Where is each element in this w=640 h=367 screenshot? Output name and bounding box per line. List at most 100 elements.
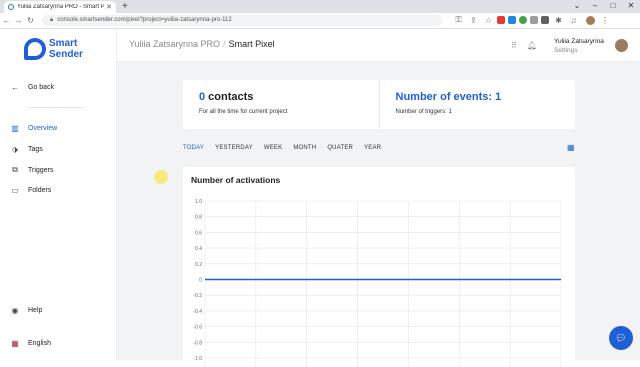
triggers-count: Number of triggers: 1 xyxy=(395,109,452,115)
go-back-label: Go back xyxy=(28,83,55,91)
tab-today[interactable]: TODAY xyxy=(183,145,204,151)
sidebar-item-overview[interactable]: ▥ Overview xyxy=(10,122,57,134)
contacts-word: contacts xyxy=(205,91,254,103)
tab-quater[interactable]: QUATER xyxy=(327,145,353,151)
tab-year[interactable]: YEAR xyxy=(364,145,381,151)
extension-red-icon[interactable] xyxy=(497,16,505,24)
help-link[interactable]: ◉ Help xyxy=(10,304,43,316)
address-bar: ← → ↻ 🔒︎ console.smartsender.com/pixel?p… xyxy=(0,13,640,29)
tab-title: Yuliia Zatsarynna PRO - Smart P... xyxy=(17,4,105,10)
avatar[interactable] xyxy=(615,39,628,52)
share-icon[interactable]: ⇪ xyxy=(468,16,479,25)
overview-icon: ▥ xyxy=(11,123,19,133)
tag-icon: ⬗ xyxy=(11,144,19,154)
forward-arrow-icon[interactable]: → xyxy=(13,16,24,25)
key-icon[interactable]: ⚿ xyxy=(453,15,464,25)
activations-chart: 1.0 0.8 0.6 0.4 0.2 0 -0.2 -0.4 -0.6 -0.8 -1.0 xyxy=(193,199,562,367)
url-text: console.smartsender.com/pixel?project=yu… xyxy=(57,17,232,23)
star-icon[interactable]: ☆ xyxy=(483,16,494,25)
folder-icon: ▭ xyxy=(11,185,19,195)
chat-button[interactable]: 💬︎ xyxy=(609,326,633,350)
breadcrumb-separator: / xyxy=(223,39,226,49)
tab-yesterday[interactable]: YESTERDAY xyxy=(215,145,253,151)
arrow-left-icon: ← xyxy=(11,82,19,92)
lock-icon: 🔒︎ xyxy=(50,17,54,23)
extensions-area: ⚿ ⇪ ☆ ✱ ♫ ⋮ xyxy=(452,15,609,25)
chat-bubble-icon: 💬︎ xyxy=(615,333,627,343)
breadcrumb-project[interactable]: Yuliia Zatsarynna PRO xyxy=(129,39,220,49)
y-tick-label: 1.0 xyxy=(195,199,202,205)
language-selector[interactable]: ▦ English xyxy=(10,337,51,349)
help-label: Help xyxy=(28,306,43,314)
close-tab-icon[interactable]: ✕ xyxy=(106,3,112,11)
sidebar-item-folders[interactable]: ▭ Folders xyxy=(10,184,51,196)
period-tabs: TODAY YESTERDAY WEEK MONTH QUATER YEAR xyxy=(183,145,392,151)
sidebar: Smart Sender ← Go back ▥ Overview ⬗ Tags… xyxy=(0,29,117,360)
smart-sender-logo[interactable]: Smart Sender xyxy=(24,38,83,60)
y-tick-label: -0.4 xyxy=(193,309,202,315)
y-tick-label: 0 xyxy=(199,278,202,284)
activations-chart-card: Number of activations 1.0 0.8 0.6 0.4 0.2 0 -0… xyxy=(183,167,575,367)
url-field[interactable]: 🔒︎ console.smartsender.com/pixel?project… xyxy=(42,15,442,26)
extension-grey-icon[interactable] xyxy=(530,16,538,24)
extension-blue-icon[interactable] xyxy=(508,16,516,24)
contacts-subtitle: For all the time for current project xyxy=(199,109,288,115)
main-content: Yuliia Zatsarynna PRO / Smart Pixel ⠿ 🔔︎ Y… xyxy=(117,29,640,367)
page-header: Yuliia Zatsarynna PRO / Smart Pixel ⠿ 🔔︎ Y… xyxy=(117,29,640,62)
divider xyxy=(28,107,84,108)
sidebar-item-tags[interactable]: ⬗ Tags xyxy=(10,143,43,155)
y-tick-label: -0.6 xyxy=(193,325,202,331)
stats-card: 0 contacts For all the time for current … xyxy=(183,80,575,129)
browser-tab[interactable]: Yuliia Zatsarynna PRO - Smart P... ✕ xyxy=(4,1,116,13)
extension-dark-icon[interactable] xyxy=(541,16,549,24)
logo-line1: Smart xyxy=(49,38,78,49)
close-window-icon[interactable]: ✕ xyxy=(622,0,640,11)
triggers-icon: ⧉ xyxy=(12,165,18,174)
browser-tab-bar: Yuliia Zatsarynna PRO - Smart P... ✕ + ⌄… xyxy=(0,0,640,13)
tab-month[interactable]: MONTH xyxy=(293,145,316,151)
maximize-icon[interactable]: □ xyxy=(604,0,622,11)
sidebar-item-label: Tags xyxy=(28,145,43,153)
language-label: English xyxy=(28,339,51,347)
y-tick-label: 0.8 xyxy=(195,215,202,221)
user-menu[interactable]: Yuliia Zatsarynna Settings xyxy=(554,37,604,55)
y-tick-label: 0.4 xyxy=(195,246,202,252)
y-tick-label: 0.2 xyxy=(195,262,202,268)
logo-mark-icon xyxy=(24,38,46,60)
puzzle-icon[interactable]: ✱ xyxy=(553,16,564,25)
sidebar-item-triggers[interactable]: ⧉ Triggers xyxy=(10,164,53,176)
y-tick-label: -0.8 xyxy=(193,340,202,346)
back-arrow-icon[interactable]: ← xyxy=(1,16,12,25)
events-count: Number of events: 1 xyxy=(395,91,502,103)
kebab-menu-icon[interactable]: ⋮ xyxy=(601,16,609,25)
go-back-link[interactable]: ← Go back xyxy=(10,81,54,93)
y-tick-label: -1.0 xyxy=(193,356,202,362)
smartsender-favicon-icon xyxy=(8,4,14,10)
contacts-stat: 0 contacts For all the time for current … xyxy=(183,80,379,129)
sidebar-item-label: Overview xyxy=(28,124,58,132)
chevron-down-icon[interactable]: ⌄ xyxy=(568,0,586,11)
minimize-icon[interactable]: – xyxy=(586,0,604,11)
us-flag-icon: ▦ xyxy=(11,338,19,348)
y-tick-label: -0.2 xyxy=(193,293,202,299)
user-settings-link[interactable]: Settings xyxy=(554,46,604,55)
bell-icon[interactable]: 🔔︎ xyxy=(527,41,537,50)
grid-icon[interactable]: ⠿ xyxy=(511,41,517,50)
logo-line2: Sender xyxy=(49,49,83,60)
sidebar-item-label: Triggers xyxy=(28,166,54,174)
sidebar-item-label: Folders xyxy=(28,186,52,194)
tab-week[interactable]: WEEK xyxy=(264,145,282,151)
media-icon[interactable]: ♫ xyxy=(568,16,579,25)
help-icon: ◉ xyxy=(11,305,19,315)
new-tab-button[interactable]: + xyxy=(122,1,128,13)
reload-icon[interactable]: ↻ xyxy=(25,16,36,25)
header-icons: ⠿ 🔔︎ xyxy=(511,41,537,50)
events-stat: Number of events: 1 Number of triggers: … xyxy=(378,80,576,129)
extension-green-icon[interactable] xyxy=(519,16,527,24)
calendar-icon[interactable]: ▦ xyxy=(567,143,575,152)
profile-avatar-icon[interactable] xyxy=(586,15,595,25)
y-tick-label: 0.6 xyxy=(195,230,202,236)
window-controls: ⌄ – □ ✕ xyxy=(568,0,640,11)
user-name: Yuliia Zatsarynna xyxy=(554,38,604,45)
breadcrumb: Yuliia Zatsarynna PRO / Smart Pixel xyxy=(129,39,275,49)
